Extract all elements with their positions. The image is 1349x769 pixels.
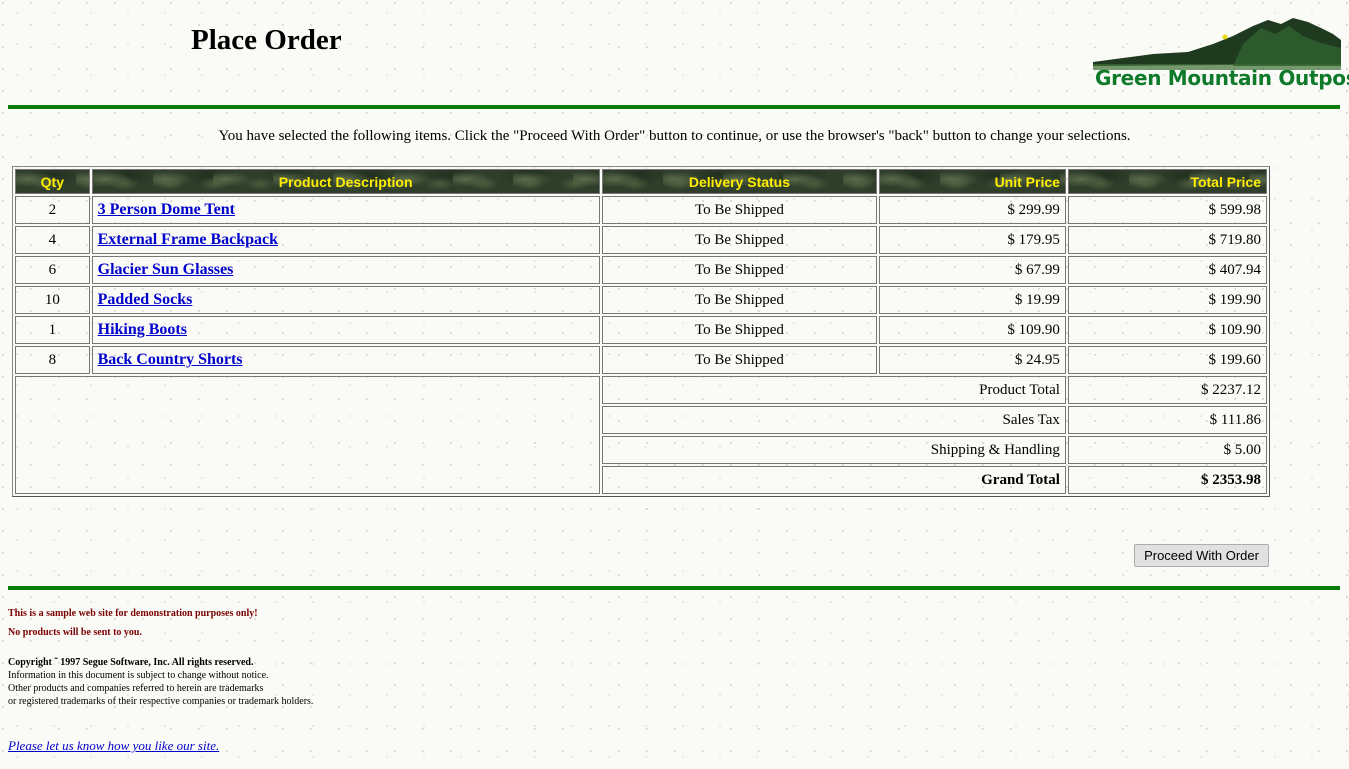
table-header-row: Qty Product Description Delivery Status … (15, 169, 1267, 194)
summary-label: Product Total (601, 376, 1066, 404)
logo-text: Green Mountain Outpost (1095, 66, 1349, 90)
total-price-cell: $ 407.94 (1067, 256, 1267, 284)
legal-line: or registered trademarks of their respec… (8, 696, 314, 707)
unit-price-cell: $ 67.99 (879, 256, 1066, 284)
unit-price-cell: $ 19.99 (879, 286, 1066, 314)
total-price-cell: $ 199.60 (1067, 346, 1267, 374)
qty-cell: 10 (15, 286, 90, 314)
summary-value: $ 5.00 (1067, 436, 1267, 464)
legal-line: Information in this document is subject … (8, 670, 269, 681)
feedback-link[interactable]: Please let us know how you like our site… (8, 738, 219, 754)
qty-cell: 1 (15, 316, 90, 344)
delivery-status-cell: To Be Shipped (601, 196, 878, 224)
unit-price-cell: $ 179.95 (879, 226, 1066, 254)
order-table: Qty Product Description Delivery Status … (12, 166, 1270, 497)
delivery-status-cell: To Be Shipped (601, 226, 878, 254)
table-row: 2 3 Person Dome Tent To Be Shipped $ 299… (15, 196, 1267, 224)
bottom-divider (8, 586, 1340, 590)
header-unit-price: Unit Price (879, 169, 1066, 194)
product-link[interactable]: External Frame Backpack (98, 231, 278, 248)
unit-price-cell: $ 299.99 (879, 196, 1066, 224)
legal-line: Other products and companies referred to… (8, 683, 264, 694)
header-delivery-status: Delivery Status (601, 169, 878, 194)
qty-cell: 6 (15, 256, 90, 284)
header-qty: Qty (15, 169, 90, 194)
total-price-cell: $ 719.80 (1067, 226, 1267, 254)
qty-cell: 8 (15, 346, 90, 374)
table-row: 4 External Frame Backpack To Be Shipped … (15, 226, 1267, 254)
total-price-cell: $ 599.98 (1067, 196, 1267, 224)
delivery-status-cell: To Be Shipped (601, 286, 878, 314)
summary-value: $ 2237.12 (1067, 376, 1267, 404)
table-row: 1 Hiking Boots To Be Shipped $ 109.90 $ … (15, 316, 1267, 344)
summary-label: Grand Total (601, 466, 1066, 494)
header-product-description: Product Description (91, 169, 600, 194)
table-row: 6 Glacier Sun Glasses To Be Shipped $ 67… (15, 256, 1267, 284)
product-link[interactable]: Hiking Boots (98, 321, 187, 338)
no-products-notice: No products will be sent to you. (8, 627, 142, 638)
intro-text: You have selected the following items. C… (218, 128, 1131, 144)
delivery-status-cell: To Be Shipped (601, 346, 878, 374)
unit-price-cell: $ 24.95 (879, 346, 1066, 374)
header-total-price: Total Price (1067, 169, 1267, 194)
summary-value: $ 111.86 (1067, 406, 1267, 434)
table-row: 10 Padded Socks To Be Shipped $ 19.99 $ … (15, 286, 1267, 314)
top-divider (8, 105, 1340, 109)
product-link[interactable]: Padded Socks (98, 291, 193, 308)
total-price-cell: $ 109.90 (1067, 316, 1267, 344)
qty-cell: 4 (15, 226, 90, 254)
summary-row-product-total: Product Total $ 2237.12 (15, 376, 1267, 494)
qty-cell: 2 (15, 196, 90, 224)
proceed-with-order-button[interactable]: Proceed With Order (1134, 544, 1269, 567)
product-link[interactable]: 3 Person Dome Tent (98, 201, 235, 218)
copyright-text: Copyright ˜ 1997 Segue Software, Inc. Al… (8, 657, 254, 668)
product-link[interactable]: Glacier Sun Glasses (98, 261, 234, 278)
unit-price-cell: $ 109.90 (879, 316, 1066, 344)
summary-label: Sales Tax (601, 406, 1066, 434)
delivery-status-cell: To Be Shipped (601, 256, 878, 284)
summary-label: Shipping & Handling (601, 436, 1066, 464)
delivery-status-cell: To Be Shipped (601, 316, 878, 344)
summary-blank-cell (15, 376, 600, 494)
page-title: Place Order (191, 24, 342, 56)
product-link[interactable]: Back Country Shorts (98, 351, 243, 368)
demo-notice: This is a sample web site for demonstrat… (8, 608, 258, 619)
summary-value: $ 2353.98 (1067, 466, 1267, 494)
table-row: 8 Back Country Shorts To Be Shipped $ 24… (15, 346, 1267, 374)
total-price-cell: $ 199.90 (1067, 286, 1267, 314)
